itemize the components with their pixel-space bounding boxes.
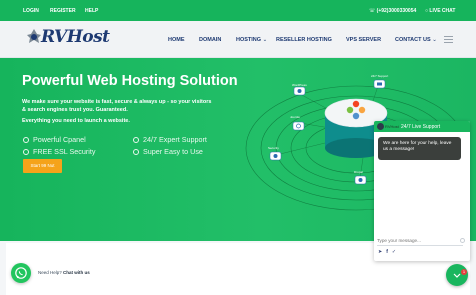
hero-subtitle-2: Everything you need to launch a website. bbox=[22, 118, 130, 124]
hero-title: Powerful Web Hosting Solution bbox=[22, 73, 238, 89]
live-chat-widget[interactable]: RVHost 24/7 Live Support We are here for… bbox=[374, 121, 470, 261]
check-icon bbox=[23, 136, 29, 143]
feature-item: Powerful Cpanel bbox=[23, 135, 86, 144]
nav-reseller-hosting[interactable]: RESELLER HOSTING bbox=[276, 37, 332, 43]
check-icon bbox=[133, 148, 139, 155]
chat-icon: ○ bbox=[425, 8, 429, 14]
avatar bbox=[377, 123, 384, 130]
svg-text:24/7 Support: 24/7 Support bbox=[371, 74, 388, 78]
facebook-icon[interactable]: f bbox=[386, 249, 388, 255]
chevron-down-icon: ⌄ bbox=[262, 37, 268, 43]
agent-name: RVHost bbox=[385, 124, 399, 129]
start-button[interactable]: Start 99 Nut bbox=[23, 159, 62, 173]
joomla-node: Joomla bbox=[290, 115, 305, 131]
wordpress-node: WordPress bbox=[292, 83, 307, 96]
feature-item: 24/7 Expert Support bbox=[133, 135, 207, 144]
chevron-down-icon bbox=[453, 273, 461, 278]
logo-text: RVHost bbox=[41, 27, 110, 47]
drupal-node: Drupal bbox=[354, 170, 367, 185]
whatsapp-help-text[interactable]: Need Help? Chat with us bbox=[38, 270, 90, 275]
phone-number[interactable]: ☏ (+92)3000330054 bbox=[369, 8, 416, 14]
twitter-icon[interactable]: ✓ bbox=[392, 249, 396, 255]
svg-text:Joomla: Joomla bbox=[290, 115, 300, 119]
svg-text:Drupal: Drupal bbox=[354, 170, 363, 174]
chat-launcher-button[interactable] bbox=[446, 264, 468, 286]
logo-emblem bbox=[27, 29, 41, 43]
emoji-icon[interactable] bbox=[460, 238, 465, 243]
notification-badge: 1 bbox=[461, 269, 467, 275]
nav-vps-server[interactable]: VPS SERVER bbox=[346, 37, 381, 43]
chat-toolbar: ➤ f ✓ bbox=[378, 249, 400, 255]
hamburger-icon[interactable] bbox=[444, 36, 453, 45]
chat-message-input[interactable] bbox=[377, 237, 463, 243]
divider bbox=[377, 245, 463, 246]
live-chat-link[interactable]: ○ LIVE CHAT bbox=[425, 8, 455, 14]
svg-text:WordPress: WordPress bbox=[292, 83, 307, 87]
feature-item: Super Easy to Use bbox=[133, 147, 203, 156]
svg-text:Security: Security bbox=[268, 146, 279, 150]
main-navbar: RVHost HOME DOMAIN HOSTING ⌄ RESELLER HO… bbox=[0, 21, 476, 58]
hero-subtitle: We make sure your website is fast, secur… bbox=[22, 99, 212, 113]
security-node: Security bbox=[268, 146, 282, 161]
phone-icon: ☏ bbox=[369, 8, 376, 14]
check-icon bbox=[133, 136, 139, 143]
register-link[interactable]: REGISTER bbox=[50, 8, 76, 14]
feature-item: FREE SSL Security bbox=[23, 147, 95, 156]
whatsapp-icon bbox=[15, 267, 27, 279]
chat-title: 24/7 Live Support bbox=[401, 123, 441, 130]
attachment-icon[interactable]: ➤ bbox=[378, 249, 382, 255]
nav-contact-us[interactable]: CONTACT US ⌄ bbox=[395, 37, 437, 43]
login-link[interactable]: LOGIN bbox=[23, 8, 39, 14]
nav-hosting[interactable]: HOSTING ⌄ bbox=[236, 37, 267, 43]
help-link[interactable]: HELP bbox=[85, 8, 98, 14]
nav-home[interactable]: HOME bbox=[168, 37, 185, 43]
support-node: 24/7 Support bbox=[371, 74, 388, 89]
top-bar: LOGIN REGISTER HELP ☏ (+92)3000330054 ○ … bbox=[0, 0, 476, 21]
nav-domain[interactable]: DOMAIN bbox=[199, 37, 221, 43]
check-icon bbox=[23, 148, 29, 155]
chat-header[interactable]: RVHost 24/7 Live Support bbox=[374, 121, 470, 132]
chevron-down-icon: ⌄ bbox=[432, 37, 437, 43]
chat-message: We are here for your help, leave us a me… bbox=[378, 137, 461, 160]
whatsapp-button[interactable] bbox=[11, 263, 31, 283]
